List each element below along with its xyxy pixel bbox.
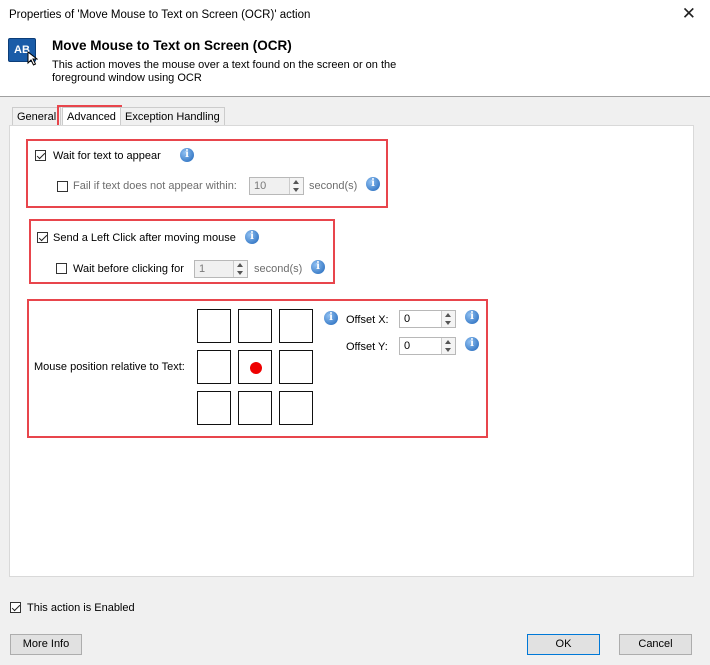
send-left-click-label: Send a Left Click after moving mouse [53, 232, 236, 244]
action-enabled-label: This action is Enabled [27, 602, 135, 614]
spin-up-icon[interactable] [237, 263, 243, 267]
info-icon[interactable]: i [180, 148, 194, 162]
click-delay-spinner[interactable]: 1 [194, 260, 248, 278]
position-cell-bottom-right[interactable] [279, 391, 313, 425]
position-cell-middle-right[interactable] [279, 350, 313, 384]
wait-for-text-checkbox[interactable] [35, 150, 46, 161]
close-icon[interactable]: ✕ [682, 4, 696, 24]
window-title: Properties of 'Move Mouse to Text on Scr… [9, 9, 311, 21]
spinner-buttons[interactable] [441, 338, 455, 354]
tab-general[interactable]: General [12, 107, 62, 126]
offset-y-spinner[interactable]: 0 [399, 337, 456, 355]
action-description: This action moves the mouse over a text … [52, 59, 397, 84]
info-icon[interactable]: i [465, 310, 479, 324]
spin-up-icon[interactable] [445, 340, 451, 344]
spin-down-icon[interactable] [293, 188, 299, 192]
tab-exception-handling[interactable]: Exception Handling [120, 107, 225, 126]
spin-down-icon[interactable] [237, 271, 243, 275]
click-delay-unit: second(s) [254, 263, 303, 275]
more-info-button[interactable]: More Info [10, 634, 82, 655]
position-cell-middle-left[interactable] [197, 350, 231, 384]
spin-up-icon[interactable] [445, 313, 451, 317]
offset-y-label: Offset Y: [346, 341, 388, 353]
info-icon[interactable]: i [245, 230, 259, 244]
fail-timeout-spinner[interactable]: 10 [249, 177, 304, 195]
cancel-button[interactable]: Cancel [619, 634, 692, 655]
position-cell-middle-center[interactable] [238, 350, 272, 384]
wait-before-click-checkbox[interactable] [56, 263, 67, 274]
spinner-buttons[interactable] [233, 261, 247, 277]
fail-if-not-appear-label: Fail if text does not appear within: [73, 180, 237, 192]
offset-x-label: Offset X: [346, 314, 389, 326]
click-delay-value: 1 [199, 263, 206, 275]
info-icon[interactable]: i [465, 337, 479, 351]
info-icon[interactable]: i [324, 311, 338, 325]
position-cell-top-left[interactable] [197, 309, 231, 343]
ok-button[interactable]: OK [527, 634, 600, 655]
send-left-click-checkbox[interactable] [37, 232, 48, 243]
info-icon[interactable]: i [311, 260, 325, 274]
wait-for-text-label: Wait for text to appear [53, 150, 161, 162]
cursor-icon [27, 51, 38, 66]
selected-position-dot [250, 362, 262, 374]
fail-timeout-unit: second(s) [309, 180, 358, 192]
fail-if-not-appear-checkbox[interactable] [57, 181, 68, 192]
position-cell-top-right[interactable] [279, 309, 313, 343]
info-icon[interactable]: i [366, 177, 380, 191]
offset-x-value: 0 [404, 313, 411, 325]
spin-down-icon[interactable] [445, 321, 451, 325]
fail-timeout-value: 10 [254, 180, 267, 192]
offset-y-value: 0 [404, 340, 411, 352]
spinner-buttons[interactable] [441, 311, 455, 327]
spinner-buttons[interactable] [289, 178, 303, 194]
spin-up-icon[interactable] [293, 180, 299, 184]
mouse-position-label: Mouse position relative to Text: [34, 361, 185, 373]
action-title: Move Mouse to Text on Screen (OCR) [52, 38, 292, 53]
spin-down-icon[interactable] [445, 348, 451, 352]
offset-x-spinner[interactable]: 0 [399, 310, 456, 328]
action-enabled-checkbox[interactable] [10, 602, 21, 613]
position-cell-bottom-left[interactable] [197, 391, 231, 425]
position-cell-top-center[interactable] [238, 309, 272, 343]
wait-before-click-label: Wait before clicking for [73, 263, 184, 275]
position-cell-bottom-center[interactable] [238, 391, 272, 425]
